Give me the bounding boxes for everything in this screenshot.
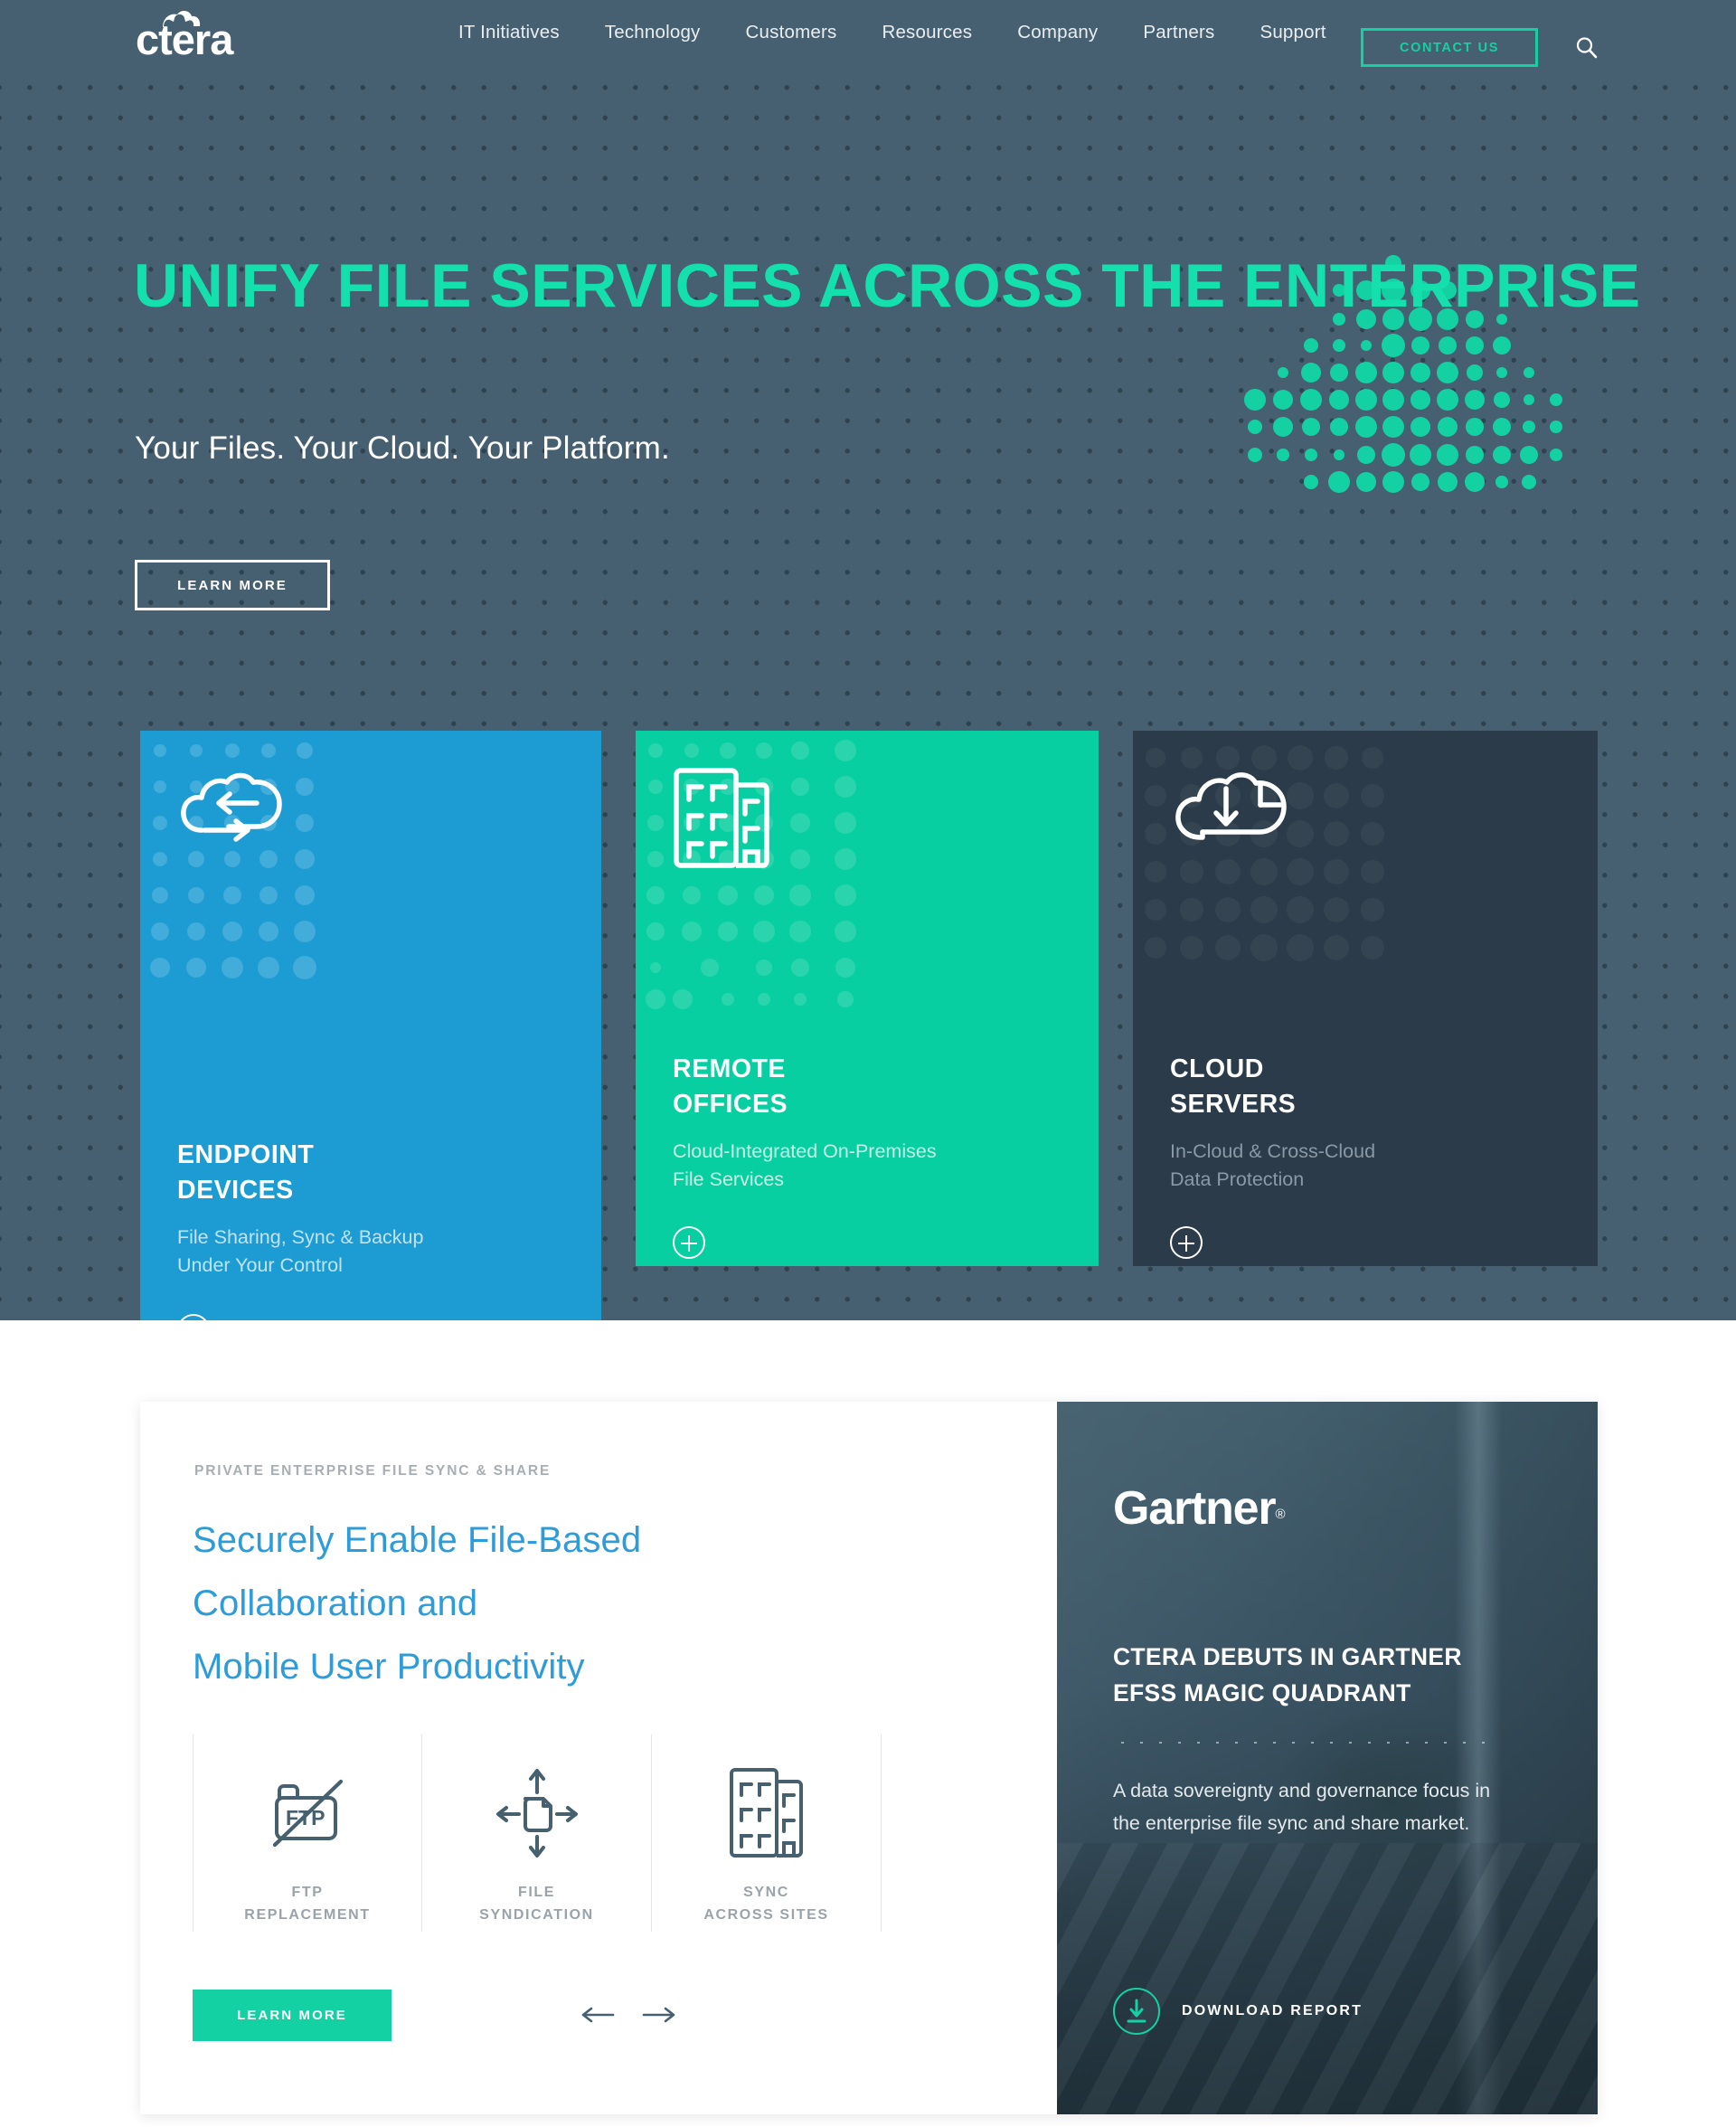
card-close-toggle[interactable] <box>177 1314 210 1320</box>
arrow-right-icon[interactable] <box>640 2003 678 2027</box>
nav-item-technology[interactable]: Technology <box>582 22 723 43</box>
card-title: CLOUD SERVERS <box>1170 1054 1297 1119</box>
cloud-backup-clock-icon <box>1170 765 1295 856</box>
card-remote-offices[interactable]: REMOTE OFFICES Cloud-Integrated On-Premi… <box>636 731 1099 1266</box>
nav-item-support[interactable]: Support <box>1237 22 1348 43</box>
office-buildings-icon <box>673 765 772 874</box>
feature-label: FILE SYNDICATION <box>479 1885 594 1923</box>
feature-label: SYNC ACROSS SITES <box>703 1885 829 1923</box>
nav-item-resources[interactable]: Resources <box>859 22 995 43</box>
nav-links: IT Initiatives Technology Customers Reso… <box>436 0 1349 65</box>
gartner-logo: Gartner® <box>1113 1481 1286 1536</box>
carousel-controls <box>579 2003 678 2027</box>
feature-label: FTP REPLACEMENT <box>244 1885 371 1923</box>
office-buildings-icon <box>729 1762 805 1863</box>
panel-eyebrow: PRIVATE ENTERPRISE FILE SYNC & SHARE <box>194 1463 552 1479</box>
panel-learn-more-button[interactable]: LEARN MORE <box>193 1990 392 2041</box>
download-circle-icon <box>1113 1988 1160 2035</box>
nav-item-partners[interactable]: Partners <box>1120 22 1237 43</box>
hero-section: ctera IT Initiatives Technology Customer… <box>0 0 1736 1320</box>
file-syndication-arrows-icon <box>487 1762 587 1863</box>
card-endpoint-devices[interactable]: ENDPOINT DEVICES File Sharing, Sync & Ba… <box>140 731 601 1320</box>
download-report-label: DOWNLOAD REPORT <box>1182 2003 1363 2018</box>
download-report-button[interactable]: DOWNLOAD REPORT <box>1113 1988 1363 2035</box>
top-navigation-bar: ctera IT Initiatives Technology Customer… <box>0 0 1736 67</box>
gartner-promo-panel[interactable]: Gartner® CTERA DEBUTS IN GARTNER EFSS MA… <box>1057 1402 1598 2114</box>
hero-subtitle: Your Files. Your Cloud. Your Platform. <box>135 430 670 466</box>
feature-sync-across-sites[interactable]: SYNC ACROSS SITES <box>652 1735 882 1932</box>
promo-body-text: A data sovereignty and governance focus … <box>1113 1780 1491 1834</box>
feature-ftp-replacement[interactable]: FTP FTP REPLACEMENT <box>193 1735 422 1932</box>
promo-dotted-divider <box>1113 1741 1493 1744</box>
cloud-sync-icon <box>177 765 295 856</box>
nav-item-customers[interactable]: Customers <box>723 22 860 43</box>
card-description: Cloud-Integrated On-Premises File Servic… <box>673 1140 937 1190</box>
nav-item-it-initiatives[interactable]: IT Initiatives <box>436 22 582 43</box>
feature-file-syndication[interactable]: FILE SYNDICATION <box>422 1735 652 1932</box>
nav-item-company[interactable]: Company <box>995 22 1120 43</box>
feature-panel: PRIVATE ENTERPRISE FILE SYNC & SHARE Sec… <box>140 1402 1598 2114</box>
search-icon[interactable] <box>1573 34 1600 61</box>
panel-heading: Securely Enable File-Based Collaboration… <box>193 1520 642 1687</box>
card-expand-toggle[interactable] <box>673 1226 705 1259</box>
card-title: REMOTE OFFICES <box>673 1054 788 1119</box>
card-title: ENDPOINT DEVICES <box>177 1140 315 1205</box>
promo-background-keyboard <box>1057 1843 1598 2114</box>
arrow-left-icon[interactable] <box>579 2003 617 2027</box>
card-expand-toggle[interactable] <box>1170 1226 1203 1259</box>
ctera-logo[interactable]: ctera <box>134 7 260 60</box>
card-description: In-Cloud & Cross-Cloud Data Protection <box>1170 1140 1376 1190</box>
card-cloud-servers[interactable]: CLOUD SERVERS In-Cloud & Cross-Cloud Dat… <box>1133 731 1598 1266</box>
card-description: File Sharing, Sync & Backup Under Your C… <box>177 1226 424 1276</box>
hero-title: UNIFY FILE SERVICES ACROSS THE ENTERPRIS… <box>134 251 1641 320</box>
feature-panel-left: PRIVATE ENTERPRISE FILE SYNC & SHARE Sec… <box>140 1402 1057 2114</box>
solution-cards: ENDPOINT DEVICES File Sharing, Sync & Ba… <box>0 731 1736 1320</box>
hero-learn-more-button[interactable]: LEARN MORE <box>135 560 330 610</box>
feature-list: FTP FTP REPLACEMENT <box>193 1735 882 1932</box>
ftp-crossed-out-icon: FTP <box>263 1762 352 1863</box>
gartner-logo-text: Gartner <box>1113 1482 1277 1535</box>
promo-title: CTERA DEBUTS IN GARTNER EFSS MAGIC QUADR… <box>1113 1643 1462 1706</box>
svg-text:ctera: ctera <box>136 15 234 60</box>
contact-us-button[interactable]: CONTACT US <box>1361 28 1538 67</box>
registered-mark: ® <box>1275 1507 1286 1522</box>
